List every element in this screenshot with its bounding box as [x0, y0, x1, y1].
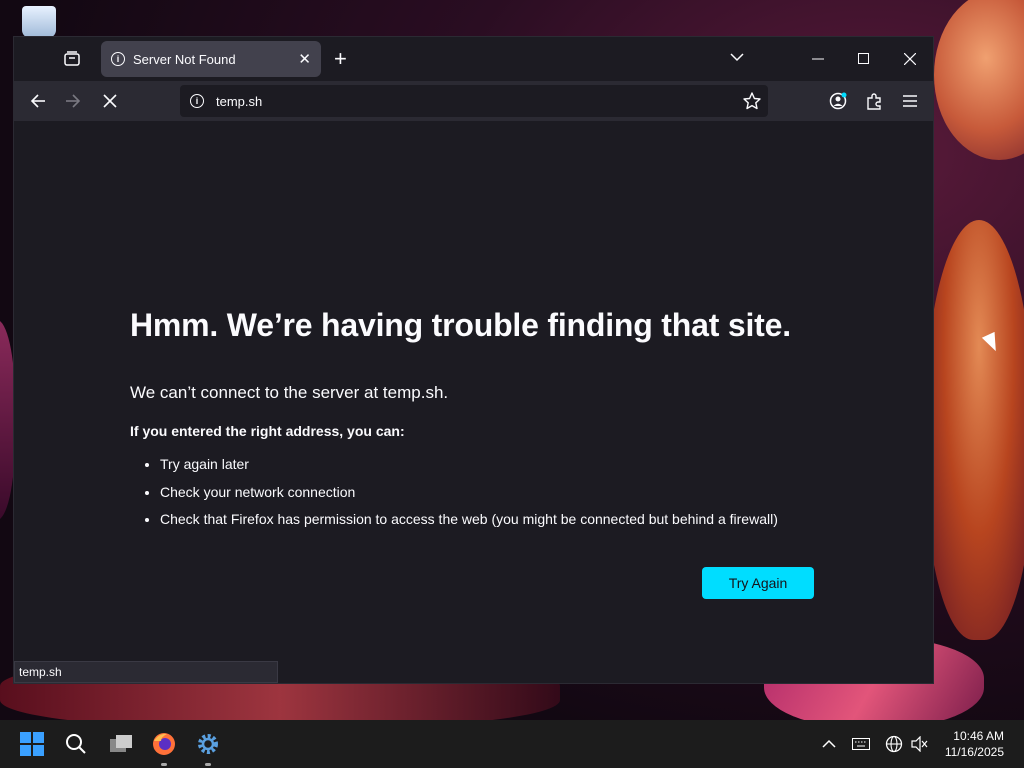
- wallpaper-shape: [934, 0, 1024, 160]
- url-text: temp.sh: [216, 93, 263, 109]
- start-icon[interactable]: [16, 728, 48, 760]
- info-icon: i: [111, 52, 125, 66]
- tab-title: Server Not Found: [133, 51, 236, 67]
- error-subheading: If you entered the right address, you ca…: [130, 423, 405, 439]
- task-view-icon[interactable]: [105, 728, 137, 760]
- clock-date: 11/16/2025: [944, 745, 1004, 759]
- error-title: Hmm. We’re having trouble finding that s…: [130, 307, 791, 343]
- browser-window: i Server Not Found ✕ + i temp.sh Hmm. We…: [13, 36, 934, 684]
- try-again-button[interactable]: Try Again: [702, 567, 814, 599]
- maximize-icon[interactable]: [841, 37, 887, 81]
- site-info-icon[interactable]: i: [190, 94, 204, 108]
- network-globe-icon[interactable]: [885, 720, 903, 768]
- tab-server-not-found[interactable]: i Server Not Found ✕: [101, 41, 321, 77]
- account-icon[interactable]: [824, 87, 852, 115]
- minimize-icon[interactable]: [795, 37, 841, 81]
- recycle-bin-icon[interactable]: [22, 6, 56, 38]
- list-item: Check that Firefox has permission to acc…: [160, 509, 778, 537]
- tab-bar: i Server Not Found ✕ +: [14, 37, 933, 81]
- search-icon[interactable]: [60, 728, 92, 760]
- nav-toolbar: i temp.sh: [14, 81, 933, 121]
- firefox-icon[interactable]: [148, 728, 180, 760]
- show-hidden-icons-icon[interactable]: [822, 720, 836, 768]
- close-window-icon[interactable]: [887, 37, 933, 81]
- error-page: Hmm. We’re having trouble finding that s…: [14, 121, 933, 683]
- taskbar: 10:46 AM 11/16/2025: [0, 720, 1024, 768]
- wallpaper-shape: [924, 220, 1024, 640]
- stop-loading-icon[interactable]: [96, 87, 124, 115]
- new-tab-icon[interactable]: +: [334, 45, 347, 73]
- status-bar: temp.sh: [14, 661, 278, 683]
- forward-icon[interactable]: [59, 87, 87, 115]
- clock-time: 10:46 AM: [953, 729, 1004, 743]
- extensions-icon[interactable]: [860, 87, 888, 115]
- close-tab-icon[interactable]: ✕: [298, 50, 311, 68]
- list-item: Check your network connection: [160, 482, 778, 510]
- error-description: We can’t connect to the server at temp.s…: [130, 383, 449, 402]
- list-item: Try again later: [160, 454, 778, 482]
- clock[interactable]: 10:46 AM 11/16/2025: [945, 728, 1004, 760]
- address-bar[interactable]: i temp.sh: [180, 85, 768, 117]
- back-icon[interactable]: [24, 87, 52, 115]
- running-indicator: [161, 763, 167, 766]
- volume-muted-icon[interactable]: [911, 720, 929, 768]
- firefox-view-icon[interactable]: [62, 49, 82, 69]
- bookmark-star-icon[interactable]: [742, 91, 762, 114]
- keyboard-icon[interactable]: [852, 720, 870, 768]
- suggestion-list: Try again later Check your network conne…: [130, 454, 778, 537]
- settings-icon[interactable]: [192, 728, 224, 760]
- menu-icon[interactable]: [896, 87, 924, 115]
- running-indicator: [205, 763, 211, 766]
- list-all-tabs-icon[interactable]: [729, 49, 745, 70]
